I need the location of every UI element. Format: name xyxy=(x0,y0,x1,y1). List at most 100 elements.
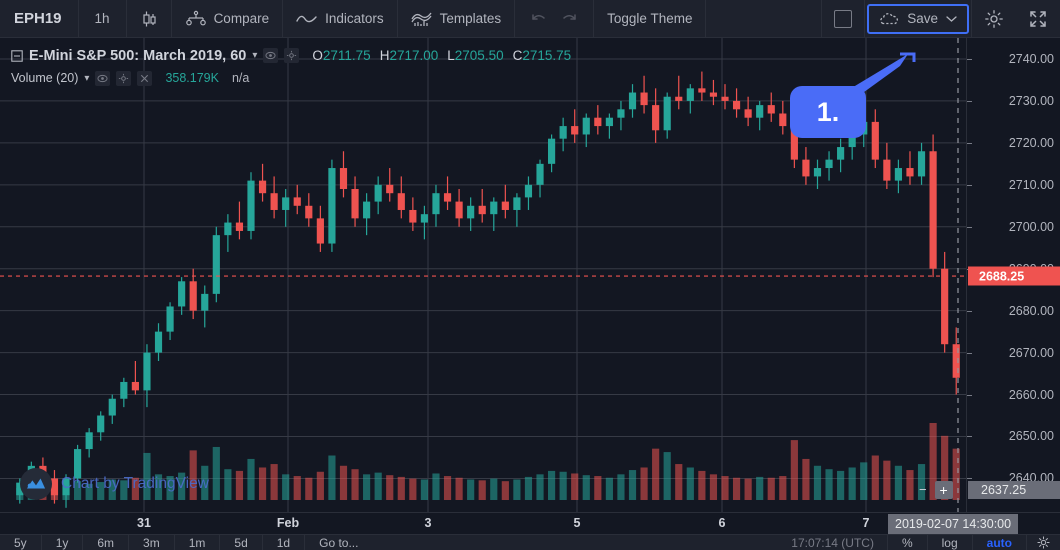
fullscreen-expand-icon xyxy=(1028,9,1048,29)
gear-icon xyxy=(1037,536,1050,549)
chevron-down-icon[interactable]: ▾ xyxy=(84,73,89,84)
price-axis-label: 2650.00 xyxy=(1008,429,1054,444)
save-label: Save xyxy=(907,11,938,26)
bottom-bar: 5y 1y 6m 3m 1m 5d 1d Go to... 17:07:14 (UTC) % … xyxy=(0,534,1060,550)
price-axis-label: 2730.00 xyxy=(1008,93,1054,108)
ohlc-values: O2711.75 H2717.00 L2705.50 C2715.75 xyxy=(312,48,571,63)
price-tick xyxy=(967,352,972,354)
price-scale[interactable]: 2740.002730.002720.002710.002700.002690.… xyxy=(919,38,1060,512)
chevron-down-icon[interactable]: ▾ xyxy=(252,50,257,61)
compare-label: Compare xyxy=(213,11,270,26)
goto-button[interactable]: Go to... xyxy=(305,535,372,550)
close-x-icon[interactable] xyxy=(137,70,153,86)
redo-arrow-icon[interactable] xyxy=(561,11,579,27)
toggle-theme-label: Toggle Theme xyxy=(607,11,693,26)
callout-label: 1. xyxy=(816,96,840,127)
settings-button[interactable] xyxy=(971,0,1016,38)
tradingview-watermark: Chart by TradingView xyxy=(20,468,209,500)
range-button-5y[interactable]: 5y xyxy=(0,535,42,550)
percent-scale-button[interactable]: % xyxy=(886,535,927,550)
price-axis-label: 2660.00 xyxy=(1008,387,1054,402)
chart-properties-button[interactable] xyxy=(1026,535,1060,550)
price-tick xyxy=(967,58,972,60)
time-range-group: 5y 1y 6m 3m 1m 5d 1d Go to... xyxy=(0,535,372,550)
time-axis-label: 3 xyxy=(424,516,432,530)
price-axis-label: 2710.00 xyxy=(1008,177,1054,192)
range-button-3m[interactable]: 3m xyxy=(129,535,175,550)
eye-icon[interactable] xyxy=(263,48,279,63)
scale-minus-button[interactable]: − xyxy=(919,482,927,497)
ohlc-open: O2711.75 xyxy=(312,48,371,63)
legend-volume-row: Volume (20) ▾ 358.179K n/a xyxy=(11,69,571,87)
price-axis-label: 2740.00 xyxy=(1008,51,1054,66)
volume-value: 358.179K xyxy=(165,71,219,85)
time-axis-label: Feb xyxy=(276,516,300,530)
price-axis-label: 2670.00 xyxy=(1008,345,1054,360)
compare-scales-icon xyxy=(185,9,207,29)
price-tick xyxy=(967,310,972,312)
undo-redo-group xyxy=(515,0,595,38)
square-outline-icon xyxy=(834,9,853,28)
indicators-button[interactable]: Indicators xyxy=(283,0,398,38)
indicators-label: Indicators xyxy=(325,11,384,26)
chart-legend: E-Mini S&P 500: March 2019, 60 ▾ O2711.7… xyxy=(11,46,571,87)
bottom-right-group: 17:07:14 (UTC) % log auto xyxy=(778,535,1060,550)
toolbar-spacer xyxy=(706,0,823,38)
gear-icon xyxy=(984,9,1004,29)
ohlc-high: H2717.00 xyxy=(379,48,439,63)
price-tick xyxy=(967,226,972,228)
compare-button[interactable]: Compare xyxy=(172,0,284,38)
time-axis-label: 7 xyxy=(862,516,870,530)
templates-chart-icon xyxy=(411,10,433,28)
templates-button[interactable]: Templates xyxy=(398,0,516,38)
gear-icon[interactable] xyxy=(116,70,132,86)
chart-area: E-Mini S&P 500: March 2019, 60 ▾ O2711.7… xyxy=(0,38,1060,512)
fullscreen-button[interactable] xyxy=(1016,0,1060,38)
square-toggle-button[interactable] xyxy=(822,0,866,38)
watermark-text: Chart by TradingView xyxy=(61,475,209,492)
price-tick xyxy=(967,478,972,480)
candlestick-icon xyxy=(139,9,159,29)
scale-plus-button[interactable]: + xyxy=(934,480,953,499)
cloud-dashed-icon xyxy=(879,11,899,27)
symbol-button[interactable]: EPH19 xyxy=(0,0,79,38)
price-tick xyxy=(967,100,972,102)
clock-label: 17:07:14 (UTC) xyxy=(791,535,874,550)
symbol-label: EPH19 xyxy=(14,10,62,27)
eye-icon[interactable] xyxy=(95,70,111,86)
range-button-6m[interactable]: 6m xyxy=(83,535,130,550)
price-tick xyxy=(967,184,972,186)
ohlc-close: C2715.75 xyxy=(512,48,572,63)
range-button-1m[interactable]: 1m xyxy=(175,535,221,550)
gear-icon[interactable] xyxy=(284,48,300,63)
indicators-wave-icon xyxy=(296,11,318,27)
interval-button[interactable]: 1h xyxy=(79,0,127,38)
time-axis-label: 31 xyxy=(137,516,151,530)
range-button-5d[interactable]: 5d xyxy=(220,535,263,550)
price-tick xyxy=(967,394,972,396)
legend-title[interactable]: E-Mini S&P 500: March 2019, 60 xyxy=(29,48,246,64)
range-button-1y[interactable]: 1y xyxy=(42,535,84,550)
chevron-down-icon[interactable] xyxy=(946,15,957,23)
callout-step-badge: 1. xyxy=(790,86,866,138)
log-scale-button[interactable]: log xyxy=(926,535,972,550)
top-toolbar: EPH19 1h Compare Indicators Templates To… xyxy=(0,0,1060,38)
tradingview-chart-app: EPH19 1h Compare Indicators Templates To… xyxy=(0,0,1060,550)
volume-secondary: n/a xyxy=(231,71,250,85)
templates-label: Templates xyxy=(439,11,502,26)
chart-type-button[interactable] xyxy=(127,0,172,38)
toggle-theme-button[interactable]: Toggle Theme xyxy=(594,0,707,38)
price-scale-adjust[interactable]: − + xyxy=(919,480,953,499)
save-button[interactable]: Save xyxy=(867,3,969,34)
undo-arrow-icon[interactable] xyxy=(529,11,547,27)
collapse-box-icon[interactable] xyxy=(11,49,23,62)
tradingview-logo-icon xyxy=(20,468,52,500)
volume-study-label[interactable]: Volume (20) xyxy=(11,71,78,85)
crosshair-time-label: 2019-02-07 14:30:00 xyxy=(888,514,1019,534)
price-tick xyxy=(967,142,972,144)
time-axis-label: 5 xyxy=(573,516,581,530)
auto-scale-button[interactable]: auto xyxy=(971,535,1026,550)
interval-label: 1h xyxy=(94,11,110,26)
time-axis[interactable]: 31 Feb 3 5 6 7 2019-02-07 14:30:00 xyxy=(0,512,1060,534)
range-button-1d[interactable]: 1d xyxy=(263,535,306,550)
